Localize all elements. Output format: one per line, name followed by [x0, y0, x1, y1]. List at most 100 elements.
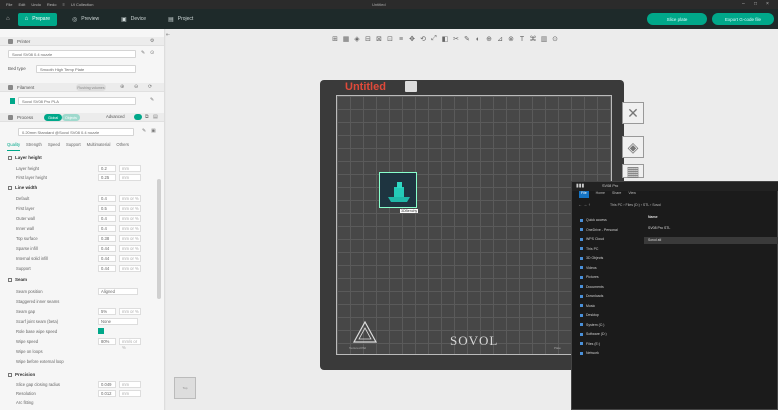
- explorer-address-bar[interactable]: This PC › Files (D:) › STL › Sovol: [572, 201, 778, 209]
- plate-settings-icon[interactable]: [405, 81, 417, 92]
- nav-item[interactable]: System (C:): [586, 323, 604, 327]
- settings-scrollbar[interactable]: [157, 179, 161, 299]
- nav-item[interactable]: 3D Objects: [586, 256, 603, 260]
- redo-button[interactable]: Redo: [47, 2, 57, 7]
- maximize-icon[interactable]: □: [754, 1, 757, 7]
- nav-item[interactable]: Downloads: [586, 294, 603, 298]
- remove-filament-icon[interactable]: ⊖: [134, 84, 138, 90]
- bed-type-select[interactable]: Smooth High Temp Plate: [36, 65, 136, 73]
- nav-item[interactable]: Software (D:): [586, 332, 607, 336]
- split-parts-icon[interactable]: ⊡: [385, 34, 395, 44]
- menu-file[interactable]: File: [6, 2, 12, 7]
- param-value[interactable]: 0.38: [98, 235, 116, 242]
- section-seam[interactable]: Seam: [8, 277, 27, 282]
- seam-paint-icon[interactable]: ◐: [473, 34, 483, 44]
- ribbon-tab-share[interactable]: Share: [612, 191, 621, 198]
- ribbon-tab-file[interactable]: File: [579, 191, 589, 198]
- add-plate-icon[interactable]: ▦: [341, 34, 351, 44]
- close-icon[interactable]: ×: [766, 1, 769, 7]
- param-checkbox[interactable]: [98, 328, 104, 334]
- advanced-toggle[interactable]: [134, 114, 142, 120]
- param-value[interactable]: 0.4: [98, 215, 116, 222]
- layers-icon[interactable]: ≡: [396, 34, 406, 44]
- param-value[interactable]: 0.4: [98, 225, 116, 232]
- nav-item[interactable]: Files (E:): [586, 342, 600, 346]
- nav-item[interactable]: Network: [586, 351, 599, 355]
- nav-item[interactable]: Documents: [586, 285, 604, 289]
- preset-save-icon[interactable]: ▣: [151, 128, 156, 134]
- section-precision[interactable]: Precision: [8, 372, 35, 377]
- export-gcode-button[interactable]: Export G-code file: [712, 13, 774, 25]
- collection-menu[interactable]: UI Collection: [71, 2, 94, 7]
- process-compare-icon[interactable]: ⧉: [145, 114, 149, 120]
- list-header-name[interactable]: Name: [648, 215, 658, 219]
- minimize-icon[interactable]: –: [742, 1, 745, 7]
- process-save-icon[interactable]: ▤: [153, 114, 158, 120]
- menu-icon[interactable]: ≡: [62, 2, 64, 7]
- rotate-icon[interactable]: ⟲: [418, 34, 428, 44]
- param-value[interactable]: 0.5: [98, 205, 116, 212]
- nav-item[interactable]: Quick access: [586, 218, 607, 222]
- move-icon[interactable]: ✥: [407, 34, 417, 44]
- subtab-quality[interactable]: Quality: [7, 142, 21, 151]
- boolean-icon[interactable]: ⊕: [484, 34, 494, 44]
- printer-wifi-icon[interactable]: ⊙: [150, 50, 154, 56]
- slice-plate-button[interactable]: Slice plate: [647, 13, 707, 25]
- view-gizmo[interactable]: Top: [174, 377, 196, 399]
- close-view-button[interactable]: ✕: [622, 102, 644, 124]
- param-value[interactable]: 0.44: [98, 255, 116, 262]
- section-line-width[interactable]: Line width: [8, 185, 37, 190]
- param-value[interactable]: 0.012: [98, 390, 116, 397]
- param-value[interactable]: 5%: [98, 308, 116, 315]
- menu-edit[interactable]: Edit: [18, 2, 25, 7]
- paint-support-icon[interactable]: ✎: [462, 34, 472, 44]
- filament-color-swatch[interactable]: [10, 98, 15, 104]
- tab-preview[interactable]: ◎ Preview: [65, 13, 106, 26]
- ribbon-tab-home[interactable]: Home: [596, 191, 605, 198]
- plate-tools-button[interactable]: ▦: [622, 163, 644, 179]
- section-layer-height[interactable]: Layer height: [8, 155, 42, 160]
- subtab-others[interactable]: Others: [116, 142, 129, 151]
- subtab-multimaterial[interactable]: Multimaterial: [87, 142, 111, 151]
- subtab-support[interactable]: Support: [66, 142, 81, 151]
- sync-filament-icon[interactable]: ⟳: [148, 84, 152, 90]
- subtab-strength[interactable]: Strength: [26, 142, 42, 151]
- view-grid-icon[interactable]: ▥: [539, 34, 549, 44]
- param-dropdown[interactable]: Aligned: [98, 288, 138, 295]
- tab-device[interactable]: ▣ Device: [114, 13, 153, 26]
- measure-icon[interactable]: ⊿: [495, 34, 505, 44]
- process-preset-select[interactable]: 0.20mm Standard @Sovol SV08 0.4 nozzle: [18, 128, 134, 136]
- plate-title[interactable]: Untitled: [345, 81, 386, 93]
- nav-item[interactable]: Videos: [586, 266, 597, 270]
- filament-select[interactable]: Sovol SV08 Pro PLA: [18, 97, 136, 105]
- param-value[interactable]: 80%: [98, 338, 116, 345]
- list-item[interactable]: Sovol.stl: [648, 238, 661, 242]
- explode-icon[interactable]: ⊙: [550, 34, 560, 44]
- flushing-volumes-button[interactable]: Flushing volumes: [76, 84, 106, 91]
- param-value[interactable]: 0.2: [98, 165, 116, 172]
- arrange-icon[interactable]: ⊟: [363, 34, 373, 44]
- param-value[interactable]: 0.25: [98, 174, 116, 181]
- orient-icon[interactable]: ◈: [352, 34, 362, 44]
- assembly-icon[interactable]: ⊗: [506, 34, 516, 44]
- add-object-icon[interactable]: ⊞: [330, 34, 340, 44]
- text-icon[interactable]: T: [517, 34, 527, 44]
- filament-edit-icon[interactable]: ✎: [150, 97, 154, 103]
- nav-item[interactable]: WPS Cloud: [586, 237, 604, 241]
- scale-icon[interactable]: ⤢: [429, 34, 439, 44]
- home-icon[interactable]: ⌂: [6, 16, 10, 22]
- param-value[interactable]: 0.4: [98, 195, 116, 202]
- split-objects-icon[interactable]: ⊠: [374, 34, 384, 44]
- ribbon-tab-view[interactable]: View: [628, 191, 636, 198]
- preset-edit-icon[interactable]: ✎: [142, 128, 146, 134]
- add-filament-icon[interactable]: ⊕: [120, 84, 124, 90]
- nav-item[interactable]: Music: [586, 304, 595, 308]
- printer-select[interactable]: Sovol SV08 0.4 nozzle: [8, 50, 136, 58]
- list-item[interactable]: SV08 Pro STL: [648, 226, 670, 230]
- nav-item[interactable]: Pictures: [586, 275, 599, 279]
- nav-item[interactable]: This PC: [586, 247, 598, 251]
- param-value[interactable]: 0.049: [98, 381, 116, 388]
- nav-item[interactable]: OneDrive - Personal: [586, 228, 618, 232]
- nav-item[interactable]: Desktop: [586, 313, 599, 317]
- tab-prepare[interactable]: ⌂ Prepare: [17, 12, 58, 26]
